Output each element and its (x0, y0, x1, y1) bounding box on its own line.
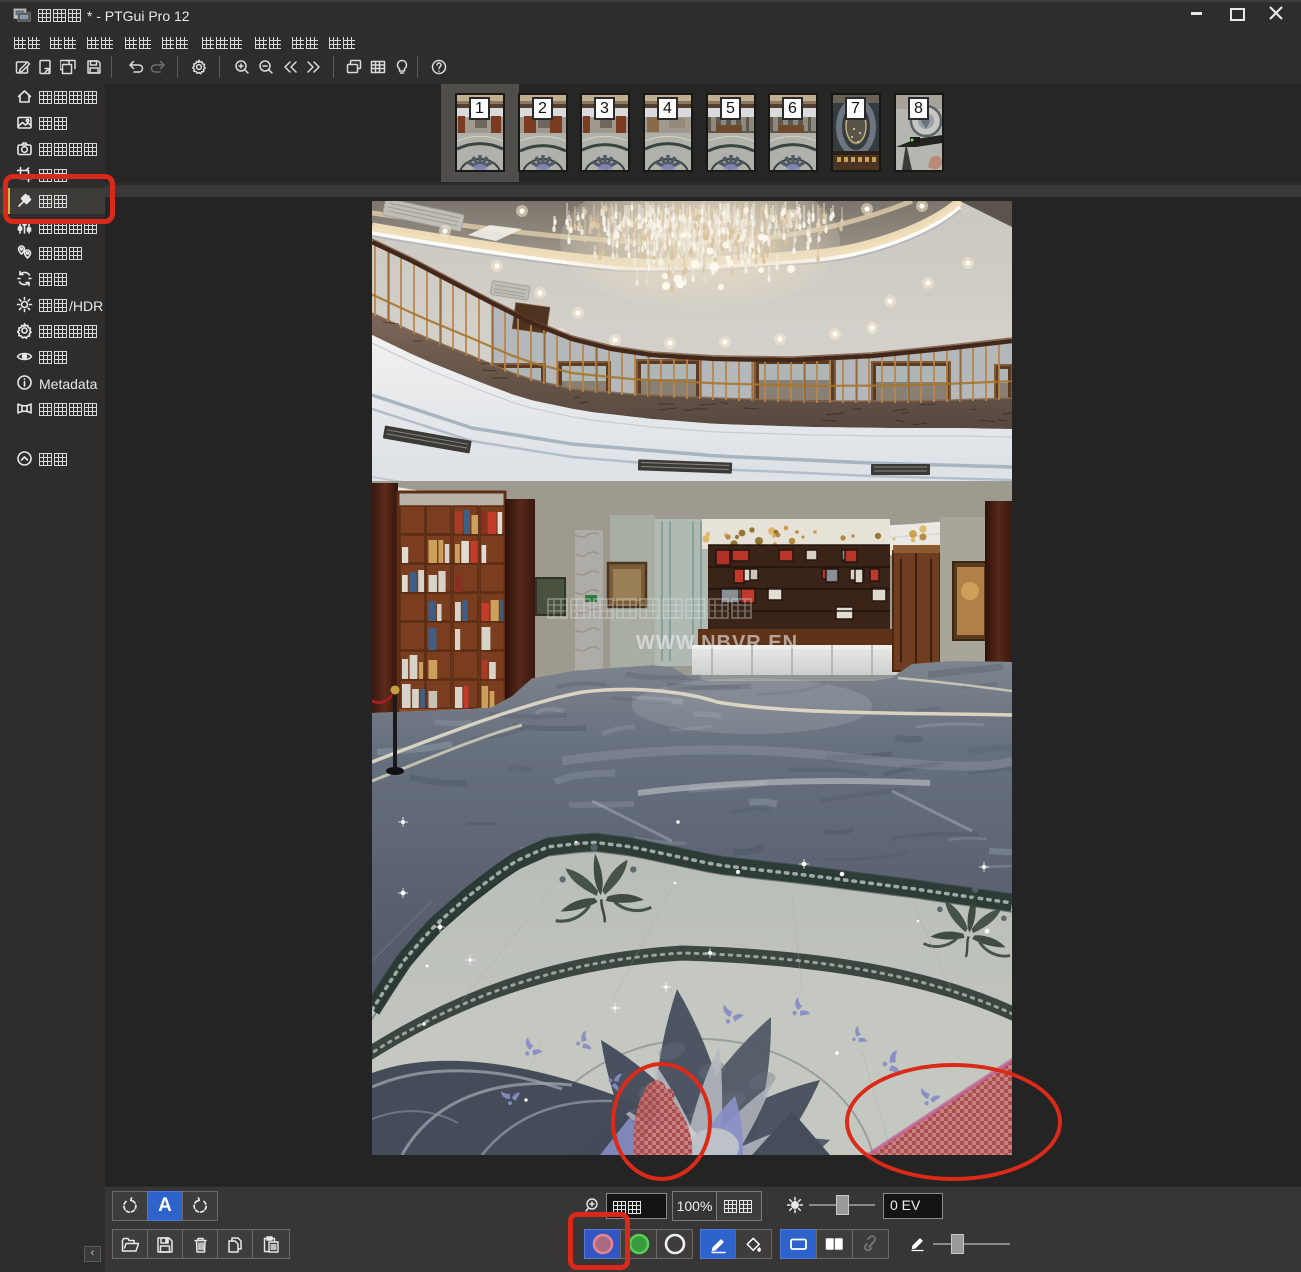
svg-text:WWW.NBVR.EN: WWW.NBVR.EN (636, 632, 798, 654)
